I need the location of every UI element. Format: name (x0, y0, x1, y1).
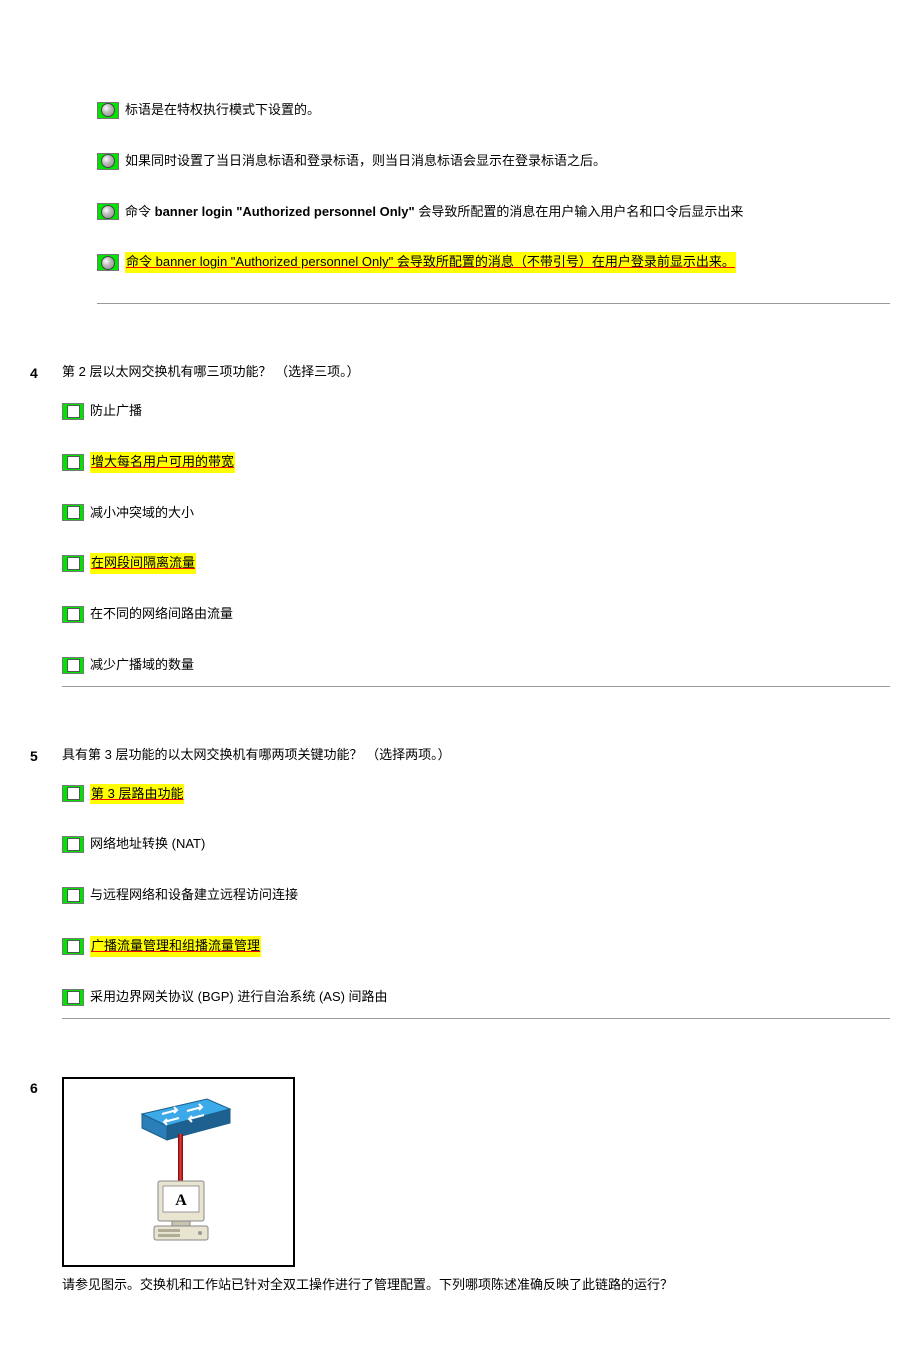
divider (62, 686, 890, 687)
checkbox-icon (62, 887, 84, 904)
q4-option-5[interactable]: 在不同的网络间路由流量 (62, 604, 890, 625)
checkbox-icon (62, 989, 84, 1006)
option-label: 与远程网络和设备建立远程访问连接 (90, 885, 298, 906)
divider (62, 1018, 890, 1019)
q4-number: 4 (30, 362, 62, 384)
option-label: 减少广播域的数量 (90, 655, 194, 676)
option-label: 在网段间隔离流量 (90, 553, 196, 574)
q4-option-4[interactable]: 在网段间隔离流量 (62, 553, 890, 574)
radio-icon (97, 153, 119, 170)
q5-text: 具有第 3 层功能的以太网交换机有哪两项关键功能？ （选择两项。） (62, 745, 890, 766)
option-label: 命令 banner login "Authorized personnel On… (125, 202, 743, 223)
q6-number: 6 (30, 1077, 62, 1099)
q4-option-1[interactable]: 防止广播 (62, 401, 890, 422)
option-command: banner login "Authorized personnel Only" (155, 204, 415, 219)
q3-option-4[interactable]: 命令 banner login "Authorized personnel On… (97, 252, 890, 273)
option-label: 命令 banner login "Authorized personnel On… (125, 252, 736, 273)
checkbox-icon (62, 938, 84, 955)
checkbox-icon (62, 504, 84, 521)
divider (97, 303, 890, 304)
q3-option-2[interactable]: 如果同时设置了当日消息标语和登录标语，则当日消息标语会显示在登录标语之后。 (97, 151, 890, 172)
svg-text:A: A (175, 1192, 187, 1209)
option-label: 采用边界网关协议 (BGP) 进行自治系统 (AS) 间路由 (90, 987, 388, 1008)
option-label: 减小冲突域的大小 (90, 503, 194, 524)
option-label: 防止广播 (90, 401, 142, 422)
option-label: 在不同的网络间路由流量 (90, 604, 233, 625)
checkbox-icon (62, 454, 84, 471)
q4-text: 第 2 层以太网交换机有哪三项功能？ （选择三项。） (62, 362, 890, 383)
q6-caption: 请参见图示。交换机和工作站已针对全双工操作进行了管理配置。下列哪项陈述准确反映了… (62, 1275, 890, 1296)
question-3-fragment: 标语是在特权执行模式下设置的。 如果同时设置了当日消息标语和登录标语，则当日消息… (30, 100, 890, 332)
question-6: 6 (30, 1077, 890, 1296)
workstation-icon: A (152, 1179, 212, 1249)
option-label: 第 3 层路由功能 (90, 784, 184, 805)
q3-option-3[interactable]: 命令 banner login "Authorized personnel On… (97, 202, 890, 223)
q4-option-6[interactable]: 减少广播域的数量 (62, 655, 890, 676)
question-5: 5 具有第 3 层功能的以太网交换机有哪两项关键功能？ （选择两项。） 第 3 … (30, 745, 890, 1047)
q5-option-3[interactable]: 与远程网络和设备建立远程访问连接 (62, 885, 890, 906)
option-prefix: 命令 (125, 204, 155, 219)
option-label: 增大每名用户可用的带宽 (90, 452, 235, 473)
q4-option-3[interactable]: 减小冲突域的大小 (62, 503, 890, 524)
q3-option-1[interactable]: 标语是在特权执行模式下设置的。 (97, 100, 890, 121)
checkbox-icon (62, 555, 84, 572)
exhibit-image: A (62, 1077, 295, 1267)
radio-icon (97, 254, 119, 271)
radio-icon (97, 102, 119, 119)
checkbox-icon (62, 836, 84, 853)
q5-option-1[interactable]: 第 3 层路由功能 (62, 784, 890, 805)
option-label: 网络地址转换 (NAT) (90, 834, 205, 855)
q5-option-5[interactable]: 采用边界网关协议 (BGP) 进行自治系统 (AS) 间路由 (62, 987, 890, 1008)
q5-option-4[interactable]: 广播流量管理和组播流量管理 (62, 936, 890, 957)
checkbox-icon (62, 785, 84, 802)
checkbox-icon (62, 403, 84, 420)
option-suffix: 会导致所配置的消息在用户输入用户名和口令后显示出来 (415, 204, 744, 219)
q5-option-2[interactable]: 网络地址转换 (NAT) (62, 834, 890, 855)
checkbox-icon (62, 606, 84, 623)
option-label: 标语是在特权执行模式下设置的。 (125, 100, 320, 121)
radio-icon (97, 203, 119, 220)
question-4: 4 第 2 层以太网交换机有哪三项功能？ （选择三项。） 防止广播 增大每名用户… (30, 362, 890, 715)
checkbox-icon (62, 657, 84, 674)
q5-number: 5 (30, 745, 62, 767)
option-hl: 小冲突域的大小 (103, 505, 194, 520)
cable-icon (179, 1134, 182, 1181)
q4-option-2[interactable]: 增大每名用户可用的带宽 (62, 452, 890, 473)
option-label: 广播流量管理和组播流量管理 (90, 936, 261, 957)
option-label: 如果同时设置了当日消息标语和登录标语，则当日消息标语会显示在登录标语之后。 (125, 151, 606, 172)
